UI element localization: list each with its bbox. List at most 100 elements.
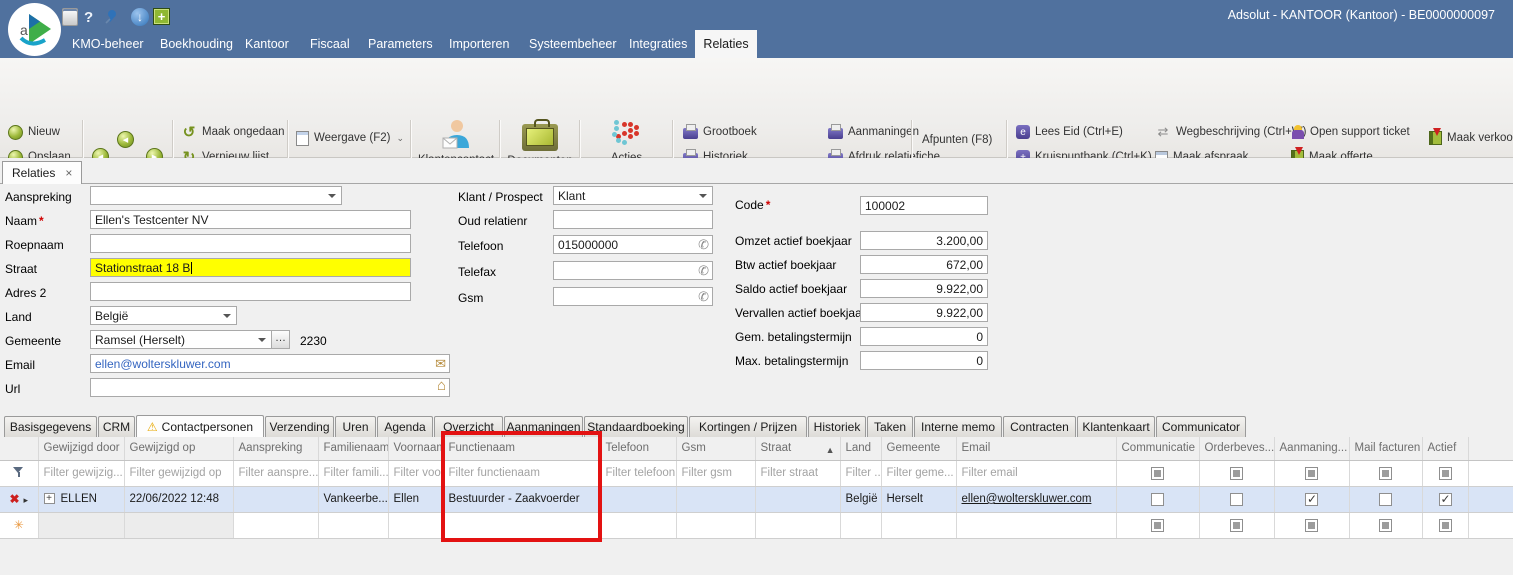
menu-tab-kmo-beheer[interactable]: KMO-beheer bbox=[62, 30, 154, 58]
new-cell-telefoon[interactable] bbox=[600, 512, 676, 538]
menu-tab-systeembeheer[interactable]: Systeembeheer bbox=[519, 30, 627, 58]
filter-communicatie-checkbox[interactable] bbox=[1116, 460, 1199, 486]
grid-data-row[interactable]: ✖▸ +ELLEN 22/06/2022 12:48 Vankeerbe... … bbox=[0, 486, 1513, 512]
checkbox-icon[interactable] bbox=[1305, 519, 1318, 532]
naam-input[interactable]: Ellen's Testcenter NV bbox=[90, 210, 411, 229]
tab-klantenkaart[interactable]: Klantenkaart bbox=[1077, 416, 1155, 437]
cell-communicatie-checkbox[interactable] bbox=[1116, 486, 1199, 512]
col-header-familienaam[interactable]: Familienaam bbox=[318, 437, 388, 460]
tab-overzicht[interactable]: Overzicht bbox=[434, 416, 503, 437]
filter-voornaam[interactable]: Filter voor... bbox=[388, 460, 443, 486]
col-header-aanspreking[interactable]: Aanspreking bbox=[233, 437, 318, 460]
tab-contactpersonen[interactable]: ⚠Contactpersonen bbox=[136, 415, 264, 437]
land-combobox[interactable]: België bbox=[90, 306, 237, 325]
new-cell-mail-facturen-checkbox[interactable] bbox=[1349, 512, 1422, 538]
tab-crm[interactable]: CRM bbox=[98, 416, 135, 437]
maak-verkoop-button[interactable]: Maak verkoop bbox=[1429, 128, 1513, 148]
col-header-voornaam[interactable]: Voornaam bbox=[388, 437, 443, 460]
pin-icon[interactable] bbox=[103, 8, 119, 26]
filter-gsm[interactable]: Filter gsm bbox=[676, 460, 755, 486]
lees-eid-button[interactable]: eLees Eid (Ctrl+E) bbox=[1016, 122, 1123, 142]
cell-mail-facturen-checkbox[interactable] bbox=[1349, 486, 1422, 512]
roepnaam-input[interactable] bbox=[90, 234, 411, 253]
new-cell-orderbevestiging-checkbox[interactable] bbox=[1199, 512, 1274, 538]
checkbox-icon[interactable] bbox=[1230, 519, 1243, 532]
filter-familienaam[interactable]: Filter famili... bbox=[318, 460, 388, 486]
tab-contracten[interactable]: Contracten bbox=[1003, 416, 1076, 437]
col-header-actief[interactable]: Actief bbox=[1422, 437, 1468, 460]
tab-agenda[interactable]: Agenda bbox=[377, 416, 433, 437]
filter-gemeente[interactable]: Filter geme... bbox=[881, 460, 956, 486]
col-header-gsm[interactable]: Gsm bbox=[676, 437, 755, 460]
cell-actief-checkbox[interactable] bbox=[1422, 486, 1468, 512]
cell-gemeente[interactable]: Herselt bbox=[881, 486, 956, 512]
col-header-functienaam[interactable]: Functienaam bbox=[443, 437, 600, 460]
tab-uren[interactable]: Uren bbox=[335, 416, 376, 437]
menu-tab-relaties[interactable]: Relaties bbox=[695, 30, 757, 58]
email-link[interactable]: ellen@wolterskluwer.com bbox=[962, 493, 1092, 505]
checkbox-icon[interactable] bbox=[1230, 467, 1243, 480]
filter-orderbevestiging-checkbox[interactable] bbox=[1199, 460, 1274, 486]
col-header-mail-facturen[interactable]: Mail facturen bbox=[1349, 437, 1422, 460]
checkbox-icon[interactable] bbox=[1151, 493, 1164, 506]
expand-icon[interactable]: + bbox=[44, 493, 55, 504]
gemeente-combobox[interactable]: Ramsel (Herselt) bbox=[90, 330, 272, 349]
gsm-input[interactable]: ✆ bbox=[553, 287, 713, 306]
code-input[interactable]: 100002 bbox=[860, 196, 988, 215]
filter-straat[interactable]: Filter straat bbox=[755, 460, 840, 486]
checkbox-icon[interactable] bbox=[1305, 467, 1318, 480]
menu-tab-parameters[interactable]: Parameters bbox=[358, 30, 443, 58]
home-icon[interactable]: ⌂ bbox=[437, 378, 446, 394]
new-cell-aanmaning-checkbox[interactable] bbox=[1274, 512, 1349, 538]
open-support-ticket-button[interactable]: Open support ticket bbox=[1291, 122, 1410, 142]
filter-funnel-icon[interactable] bbox=[13, 467, 24, 477]
cell-email[interactable]: ellen@wolterskluwer.com bbox=[956, 486, 1116, 512]
checkbox-icon[interactable] bbox=[1151, 467, 1164, 480]
new-cell-functienaam[interactable] bbox=[443, 512, 600, 538]
tab-verzending[interactable]: Verzending bbox=[265, 416, 334, 437]
menu-tab-boekhouding[interactable]: Boekhouding bbox=[150, 30, 243, 58]
filter-aanmaning-checkbox[interactable] bbox=[1274, 460, 1349, 486]
checkbox-icon[interactable] bbox=[1305, 493, 1318, 506]
wegbeschrijving-button[interactable]: ⇄Wegbeschrijving (Ctrl+W) bbox=[1155, 122, 1306, 142]
new-cell-straat[interactable] bbox=[755, 512, 840, 538]
filter-actief-checkbox[interactable] bbox=[1422, 460, 1468, 486]
new-cell-aanspreking[interactable] bbox=[233, 512, 318, 538]
cell-voornaam[interactable]: Ellen bbox=[388, 486, 443, 512]
cell-gewijzigd-op[interactable]: 22/06/2022 12:48 bbox=[124, 486, 233, 512]
menu-tab-importeren[interactable]: Importeren bbox=[439, 30, 519, 58]
checkbox-icon[interactable] bbox=[1439, 519, 1452, 532]
new-cell-gemeente[interactable] bbox=[881, 512, 956, 538]
col-header-gewijzigd-door[interactable]: Gewijzigd door bbox=[38, 437, 124, 460]
calculator-icon[interactable] bbox=[62, 8, 78, 26]
filter-email[interactable]: Filter email bbox=[956, 460, 1116, 486]
straat-input[interactable]: Stationstraat 18 B bbox=[90, 258, 411, 277]
aanspreking-combobox[interactable] bbox=[90, 186, 342, 205]
telefax-input[interactable]: ✆ bbox=[553, 261, 713, 280]
gemeente-lookup-button[interactable]: … bbox=[271, 330, 290, 349]
checkbox-icon[interactable] bbox=[1230, 493, 1243, 506]
new-cell-communicatie-checkbox[interactable] bbox=[1116, 512, 1199, 538]
help-icon[interactable]: ? bbox=[84, 8, 93, 26]
telefoon-input[interactable]: 015000000✆ bbox=[553, 235, 713, 254]
col-header-aanmaning[interactable]: Aanmaning... bbox=[1274, 437, 1349, 460]
tab-taken[interactable]: Taken bbox=[867, 416, 913, 437]
filter-telefoon[interactable]: Filter telefoon bbox=[600, 460, 676, 486]
email-input[interactable]: ellen@wolterskluwer.com✉ bbox=[90, 354, 450, 373]
filter-gewijzigd-op[interactable]: Filter gewijzigd op bbox=[124, 460, 233, 486]
checkbox-icon[interactable] bbox=[1379, 493, 1392, 506]
col-header-gewijzigd-op[interactable]: Gewijzigd op bbox=[124, 437, 233, 460]
col-header-straat[interactable]: ▲Straat bbox=[755, 437, 840, 460]
delete-row-icon[interactable]: ✖ bbox=[9, 492, 19, 506]
tab-historiek[interactable]: Historiek bbox=[808, 416, 866, 437]
row-indicator[interactable]: ✖▸ bbox=[0, 486, 38, 512]
cell-orderbevestiging-checkbox[interactable] bbox=[1199, 486, 1274, 512]
col-header-email[interactable]: Email bbox=[956, 437, 1116, 460]
menu-tab-kantoor[interactable]: Kantoor bbox=[235, 30, 299, 58]
cell-aanspreking[interactable] bbox=[233, 486, 318, 512]
download-icon[interactable]: ↓ bbox=[131, 8, 149, 26]
close-icon[interactable]: × bbox=[65, 166, 72, 180]
new-cell-familienaam[interactable] bbox=[318, 512, 388, 538]
cell-gewijzigd-door[interactable]: +ELLEN bbox=[38, 486, 124, 512]
maak-ongedaan-button[interactable]: ↺Maak ongedaan bbox=[181, 122, 284, 142]
